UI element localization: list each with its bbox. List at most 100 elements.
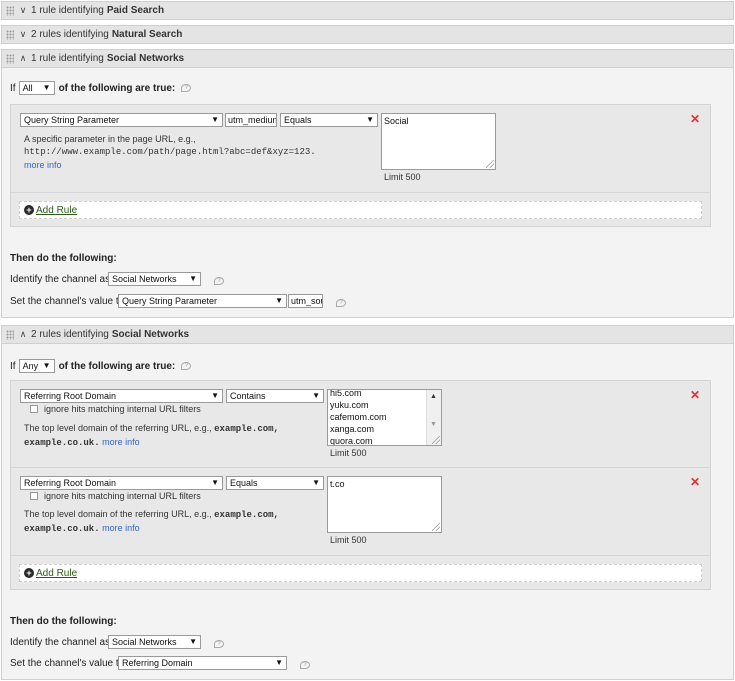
dropdown-arrow-icon: ▼ (189, 274, 197, 283)
ignore-label: ignore hits matching internal URL filter… (44, 404, 201, 414)
then-label: Then do the following: (10, 253, 117, 264)
drag-handle-icon[interactable] (6, 329, 14, 340)
rule-type-value: Query String Parameter (24, 115, 120, 125)
rule-description: The top level domain of the referring UR… (24, 508, 279, 536)
resize-handle-icon[interactable] (432, 436, 440, 444)
identify-channel-label: Identify the channel as (10, 637, 111, 648)
dropdown-arrow-icon: ▼ (312, 391, 320, 400)
section-prefix: 1 rule identifying (31, 5, 104, 16)
section-prefix: 2 rules identifying (31, 329, 109, 340)
drag-handle-icon[interactable] (6, 53, 14, 64)
set-value-label: Set the channel's value to (10, 658, 125, 669)
operator-value: Contains (230, 391, 266, 401)
rules-container: Query String Parameter ▼ utm_medium Equal… (10, 104, 711, 227)
scroll-up-icon[interactable]: ▲ (430, 391, 437, 403)
description-code: example.co.uk. (24, 524, 100, 534)
rule-panel-social-1: If All ▼ of the following are true: ? Que… (1, 68, 734, 318)
help-icon[interactable]: ? (300, 661, 310, 669)
section-header-paid-search[interactable]: ∨ 1 rule identifying Paid Search (1, 1, 734, 20)
rule-type-select[interactable]: Query String Parameter ▼ (20, 113, 223, 127)
description-code: example.co.uk. (24, 438, 100, 448)
remove-rule-icon[interactable]: ✕ (690, 112, 700, 126)
more-info-link[interactable]: more info (102, 523, 140, 533)
of-following-label: of the following are true: (58, 82, 176, 94)
help-icon[interactable]: ? (181, 84, 192, 92)
add-rule-button[interactable]: + Add Rule (19, 201, 702, 219)
rule-panel-social-2: If Any ▼ of the following are true: ? Ref… (1, 344, 734, 680)
limit-label: Limit 500 (384, 172, 421, 182)
chevron-down-icon[interactable]: ∨ (18, 5, 28, 16)
section-header-social-networks-1[interactable]: ∧ 1 rule identifying Social Networks (1, 49, 734, 68)
more-info-link[interactable]: more info (102, 437, 140, 447)
operator-value: Equals (230, 478, 258, 488)
section-header-natural-search[interactable]: ∨ 2 rules identifying Natural Search (1, 25, 734, 44)
rule-description: A specific parameter in the page URL, e.… (24, 133, 316, 172)
more-info-link[interactable]: more info (24, 159, 316, 172)
rule-type-select[interactable]: Referring Root Domain ▼ (20, 476, 223, 490)
rules-container: Referring Root Domain ▼ Contains ▼ hi5.com… (10, 380, 711, 590)
chevron-up-icon[interactable]: ∧ (18, 329, 28, 340)
ignore-internal-checkbox[interactable]: ignore hits matching internal URL filter… (30, 491, 201, 501)
channel-value: Social Networks (112, 637, 177, 647)
value-textarea[interactable]: Social (381, 113, 496, 170)
dropdown-arrow-icon: ▼ (42, 361, 51, 370)
channel-select[interactable]: Social Networks ▼ (108, 272, 201, 286)
set-value-label: Set the channel's value to (10, 296, 125, 307)
description-code: example.com, (214, 424, 279, 434)
ignore-label: ignore hits matching internal URL filter… (44, 491, 201, 501)
add-icon: + (24, 205, 34, 215)
scroll-down-icon[interactable]: ▼ (430, 419, 437, 431)
rule-row: Referring Root Domain ▼ Contains ▼ hi5.com… (11, 381, 710, 467)
description-code: http://www.example.com/path/page.html?ab… (24, 147, 316, 157)
value-item[interactable]: cafemom.com (330, 411, 439, 423)
value-item[interactable]: yuku.com (330, 399, 439, 411)
operator-select[interactable]: Equals ▼ (280, 113, 378, 127)
chevron-down-icon[interactable]: ∨ (18, 29, 28, 40)
operator-value: Equals (284, 115, 312, 125)
resize-handle-icon[interactable] (486, 160, 494, 168)
value-source-select[interactable]: Referring Domain ▼ (118, 656, 287, 670)
chevron-up-icon[interactable]: ∧ (18, 53, 28, 64)
values-listbox[interactable]: hi5.com yuku.com cafemom.com xanga.com q… (327, 389, 442, 446)
dropdown-arrow-icon: ▼ (189, 637, 197, 646)
section-header-social-networks-2[interactable]: ∧ 2 rules identifying Social Networks (1, 325, 734, 344)
if-label: If (10, 82, 16, 94)
limit-label: Limit 500 (330, 535, 367, 545)
value-item[interactable]: xanga.com (330, 423, 439, 435)
help-icon[interactable]: ? (336, 299, 346, 307)
dropdown-arrow-icon: ▼ (211, 391, 219, 400)
operator-select[interactable]: Contains ▼ (226, 389, 324, 403)
checkbox-box[interactable] (30, 492, 38, 500)
drag-handle-icon[interactable] (6, 5, 14, 16)
remove-rule-icon[interactable]: ✕ (690, 475, 700, 489)
drag-handle-icon[interactable] (6, 29, 14, 40)
value-item[interactable]: quora.com (330, 435, 439, 445)
add-icon: + (24, 568, 34, 578)
checkbox-box[interactable] (30, 405, 38, 413)
dropdown-arrow-icon: ▼ (211, 478, 219, 487)
value-textarea[interactable]: t.co (327, 476, 442, 533)
rule-type-value: Referring Root Domain (24, 478, 117, 488)
divider (11, 192, 710, 193)
if-label: If (10, 360, 16, 372)
help-icon[interactable]: ? (181, 362, 192, 370)
remove-rule-icon[interactable]: ✕ (690, 388, 700, 402)
description-text: The top level domain of the referring UR… (24, 509, 212, 519)
parameter-input[interactable]: utm_medium (225, 113, 277, 127)
ignore-internal-checkbox[interactable]: ignore hits matching internal URL filter… (30, 404, 201, 414)
value-source-select[interactable]: Query String Parameter ▼ (118, 294, 287, 308)
if-row: If All ▼ of the following are true: ? (10, 81, 192, 95)
help-icon[interactable]: ? (214, 640, 224, 648)
value-param-input[interactable]: utm_source (288, 294, 323, 308)
resize-handle-icon[interactable] (432, 523, 440, 531)
channel-select[interactable]: Social Networks ▼ (108, 635, 201, 649)
help-icon[interactable]: ? (214, 277, 224, 285)
value-item[interactable]: hi5.com (330, 390, 439, 399)
dropdown-arrow-icon: ▼ (275, 658, 283, 667)
match-select[interactable]: All ▼ (18, 81, 55, 95)
rule-row: Referring Root Domain ▼ Equals ▼ t.co Limi… (11, 468, 710, 555)
match-select[interactable]: Any ▼ (18, 359, 55, 373)
rule-type-select[interactable]: Referring Root Domain ▼ (20, 389, 223, 403)
add-rule-button[interactable]: + Add Rule (19, 564, 702, 582)
operator-select[interactable]: Equals ▼ (226, 476, 324, 490)
